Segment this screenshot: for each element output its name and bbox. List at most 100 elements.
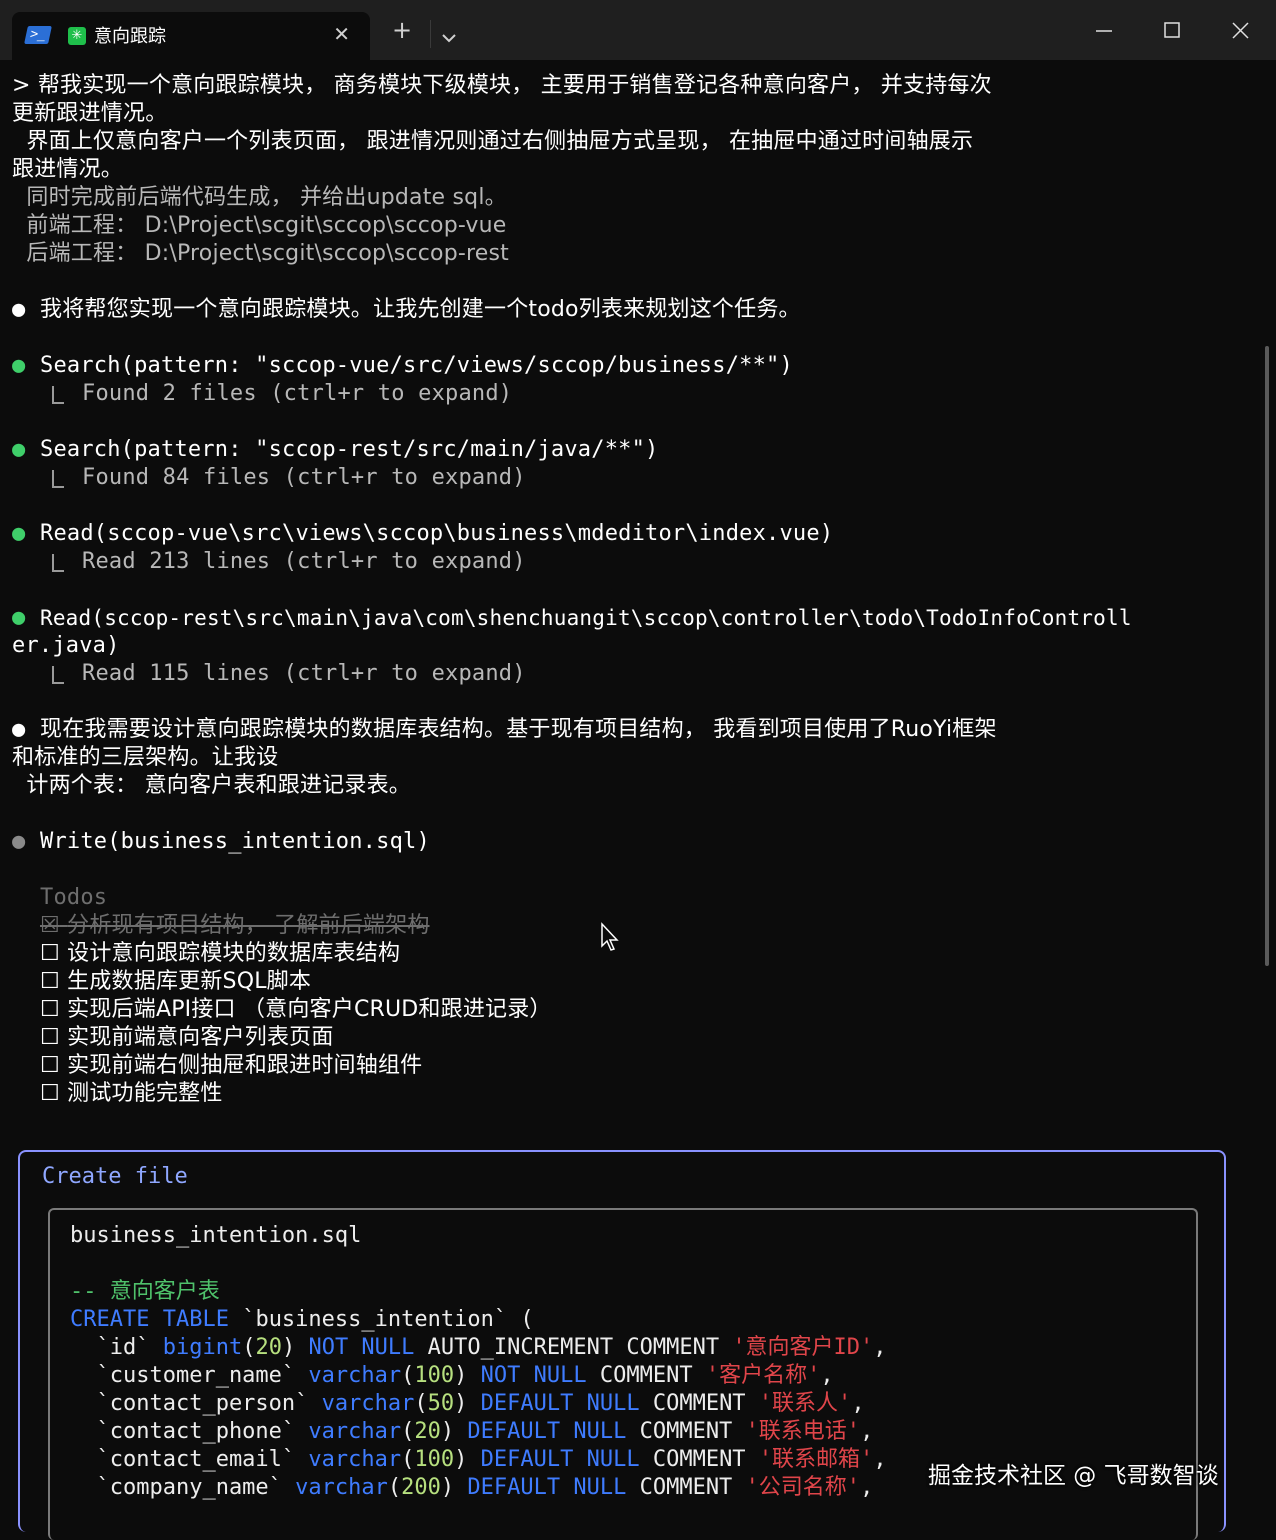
- assistant-message: 现在我需要设计意向跟踪模块的数据库表结构。基于现有项目结构， 我看到项目使用了R…: [40, 717, 997, 742]
- close-window-button[interactable]: [1228, 18, 1254, 44]
- assistant-message: 我将帮您实现一个意向跟踪模块。让我先创建一个todo列表来规划这个任务。: [40, 297, 801, 322]
- todo-item: ☒ 分析现有项目结构， 了解前后端架构: [40, 912, 430, 940]
- checkbox-checked-icon: ☒: [40, 913, 60, 938]
- bullet-icon: ●: [12, 605, 26, 630]
- column-comment: '联系电话': [745, 1419, 861, 1444]
- checkbox-icon: ☐: [40, 1081, 60, 1106]
- code-column-line: `id` bigint(20) NOT NULL AUTO_INCREMENT …: [70, 1334, 887, 1362]
- tree-branch-icon: [52, 470, 64, 488]
- tool-result[interactable]: Read 115 lines (ctrl+r to expand): [82, 660, 526, 688]
- todo-text: 测试功能完整性: [67, 1081, 223, 1106]
- assistant-message: 和标准的三层架构。让我设: [12, 745, 279, 770]
- column-tail: ,: [820, 1363, 834, 1388]
- column-type: varchar: [308, 1447, 402, 1472]
- bullet-icon: ●: [12, 829, 26, 854]
- scrollbar[interactable]: [1265, 346, 1269, 966]
- todo-item: ☐ 实现前端意向客户列表页面: [40, 1024, 334, 1052]
- code-keyword: CREATE TABLE: [70, 1307, 229, 1332]
- todo-text: 生成数据库更新SQL脚本: [67, 969, 312, 994]
- paren-open: (: [387, 1475, 402, 1500]
- todo-item: ☐ 生成数据库更新SQL脚本: [40, 968, 311, 996]
- column-comment: '联系邮箱': [758, 1447, 874, 1472]
- column-type: varchar: [295, 1475, 388, 1500]
- todo-text: 实现后端API接口 （意向客户CRUD和跟进记录）: [67, 997, 552, 1022]
- column-comment: '客户名称': [705, 1363, 821, 1388]
- paren-close: ): [454, 1363, 481, 1388]
- column-type: varchar: [321, 1391, 415, 1416]
- prompt-line: 跟进情况。: [12, 157, 124, 182]
- todo-item: ☐ 实现前端右侧抽屉和跟进时间轴组件: [40, 1052, 422, 1080]
- tool-result[interactable]: Found 2 files (ctrl+r to expand): [82, 380, 512, 408]
- checkbox-icon: ☐: [40, 969, 60, 994]
- paren-close: ): [281, 1335, 309, 1360]
- prompt-line: 前端工程： D:\Project\scgit\sccop\sccop-vue: [12, 213, 507, 238]
- column-tail: ,: [873, 1335, 887, 1360]
- tab-intention-tracking[interactable]: >_ ✳ 意向跟踪 ✕: [12, 12, 370, 60]
- code-column-line: `contact_phone` varchar(20) DEFAULT NULL…: [70, 1418, 873, 1446]
- assistant-message: 计两个表： 意向客户表和跟进记录表。: [12, 773, 411, 798]
- column-name: `contact_phone`: [70, 1419, 309, 1444]
- file-name: business_intention.sql: [70, 1223, 362, 1248]
- tool-call: Search(pattern: "sccop-vue/src/views/scc…: [40, 353, 793, 378]
- tool-call: Read(sccop-vue\src\views\sccop\business\…: [40, 521, 834, 546]
- prompt-line: 同时完成前后端代码生成， 并给出update sql。: [12, 185, 507, 210]
- tree-branch-icon: [52, 386, 64, 404]
- tool-result[interactable]: Found 84 files (ctrl+r to expand): [82, 464, 526, 492]
- column-extra: AUTO_INCREMENT COMMENT: [414, 1335, 733, 1360]
- column-tail: ,: [851, 1391, 865, 1416]
- checkbox-icon: ☐: [40, 1025, 60, 1050]
- column-tail: ,: [860, 1475, 874, 1500]
- column-tail: ,: [860, 1419, 874, 1444]
- column-comment: '联系人': [758, 1391, 852, 1416]
- terminal-icon: >_: [24, 26, 52, 44]
- watermark: 掘金技术社区 @ 飞哥数智谈: [928, 1463, 1219, 1489]
- paren-open: (: [401, 1447, 415, 1472]
- chevron-down-icon[interactable]: [441, 24, 457, 49]
- column-length: 20: [255, 1335, 282, 1360]
- todo-text: 实现前端右侧抽屉和跟进时间轴组件: [67, 1053, 423, 1078]
- code-create-line: CREATE TABLE `business_intention` (: [70, 1306, 534, 1334]
- column-extra: COMMENT: [639, 1391, 759, 1416]
- paren-close: ): [440, 1475, 468, 1500]
- checkbox-icon: ☐: [40, 1053, 60, 1078]
- tab-close-icon[interactable]: ✕: [333, 22, 350, 46]
- panel-title: Create file: [42, 1164, 188, 1189]
- paren-close: ): [454, 1391, 481, 1416]
- code-column-line: `contact_person` varchar(50) DEFAULT NUL…: [70, 1390, 865, 1418]
- todo-text: 实现前端意向客户列表页面: [67, 1025, 334, 1050]
- code-table-name: `business_intention` (: [228, 1307, 534, 1332]
- code-preview: business_intention.sql -- 意向客户表 CREATE T…: [48, 1208, 1198, 1540]
- column-extra: COMMENT: [626, 1419, 746, 1444]
- app-icon: ✳: [68, 27, 86, 45]
- tool-call: Search(pattern: "sccop-rest/src/main/jav…: [40, 437, 659, 462]
- tool-call: Read(sccop-rest\src\main\java\com\shench…: [40, 606, 1132, 630]
- paren-open: (: [414, 1391, 428, 1416]
- title-bar: >_ ✳ 意向跟踪 ✕ +: [0, 0, 1276, 60]
- prompt-line: 更新跟进情况。: [12, 101, 168, 126]
- bullet-icon: ●: [12, 521, 26, 546]
- column-length: 200: [401, 1475, 441, 1500]
- column-name: `customer_name`: [70, 1363, 309, 1388]
- paren-open: (: [242, 1335, 256, 1360]
- column-attrs: DEFAULT NULL: [480, 1391, 640, 1416]
- column-comment: '意向客户ID': [732, 1335, 874, 1360]
- bullet-icon: ●: [12, 353, 26, 378]
- maximize-button[interactable]: [1160, 18, 1186, 44]
- paren-open: (: [401, 1363, 415, 1388]
- code-comment: -- 意向客户表: [70, 1279, 220, 1304]
- checkbox-icon: ☐: [40, 997, 60, 1022]
- column-name: `contact_person`: [70, 1391, 322, 1416]
- column-extra: COMMENT: [626, 1475, 746, 1500]
- todo-item: ☐ 实现后端API接口 （意向客户CRUD和跟进记录）: [40, 996, 552, 1024]
- new-tab-button[interactable]: +: [392, 18, 412, 42]
- column-type: varchar: [308, 1363, 402, 1388]
- todo-text: 设计意向跟踪模块的数据库表结构: [67, 941, 401, 966]
- code-column-line: `company_name` varchar(200) DEFAULT NULL…: [70, 1474, 873, 1502]
- minimize-button[interactable]: [1092, 18, 1118, 44]
- column-length: 100: [414, 1447, 455, 1472]
- prompt-line: > 帮我实现一个意向跟踪模块， 商务模块下级模块， 主要用于销售登记各种意向客户…: [12, 73, 992, 98]
- todo-text: 分析现有项目结构， 了解前后端架构: [67, 913, 430, 938]
- code-column-line: `customer_name` varchar(100) NOT NULL CO…: [70, 1362, 834, 1390]
- tab-separator: [430, 20, 431, 48]
- tool-result[interactable]: Read 213 lines (ctrl+r to expand): [82, 548, 526, 576]
